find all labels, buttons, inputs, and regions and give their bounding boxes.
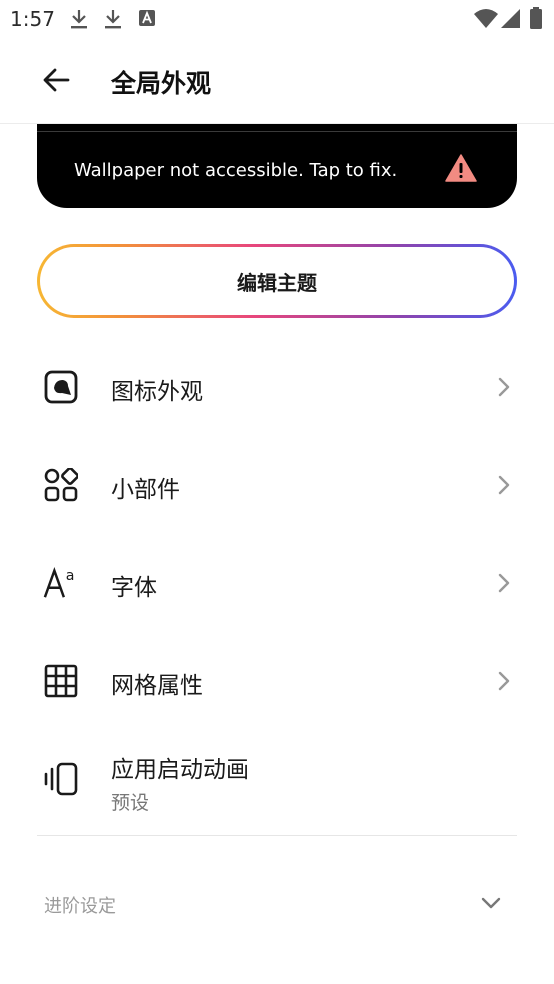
edit-theme-button[interactable]: 编辑主题 bbox=[37, 244, 517, 318]
settings-item-widgets[interactable]: 小部件 bbox=[37, 441, 517, 529]
settings-item-label: 字体 bbox=[111, 575, 157, 601]
chevron-right-icon bbox=[498, 671, 510, 691]
settings-item-label: 小部件 bbox=[111, 477, 180, 503]
settings-item-sublabel: 预设 bbox=[111, 792, 150, 814]
settings-item-label: 应用启动动画 bbox=[111, 757, 249, 783]
battery-icon bbox=[530, 7, 542, 29]
settings-item-font[interactable]: a 字体 bbox=[37, 539, 517, 627]
launch-animation-icon bbox=[43, 761, 79, 797]
wallpaper-warning-banner[interactable]: Wallpaper not accessible. Tap to fix. bbox=[37, 124, 517, 208]
edit-theme-button-inner: 编辑主题 bbox=[40, 247, 514, 315]
warning-icon bbox=[445, 154, 477, 182]
signal-icon bbox=[501, 9, 520, 28]
widgets-icon bbox=[43, 467, 79, 503]
download-icon bbox=[105, 10, 121, 29]
advanced-settings-label: 进阶设定 bbox=[44, 896, 116, 917]
arrow-left-icon bbox=[43, 68, 70, 92]
wifi-icon bbox=[474, 9, 498, 28]
chevron-right-icon bbox=[498, 377, 510, 397]
section-divider bbox=[37, 835, 517, 836]
settings-item-label: 网格属性 bbox=[111, 673, 203, 699]
status-bar: 1:57 bbox=[0, 0, 554, 38]
settings-item-grid[interactable]: 网格属性 bbox=[37, 637, 517, 725]
font-icon: a bbox=[43, 565, 79, 601]
svg-text:a: a bbox=[66, 568, 75, 584]
status-time: 1:57 bbox=[10, 7, 55, 31]
settings-item-label: 图标外观 bbox=[111, 379, 203, 405]
grid-icon bbox=[43, 663, 79, 699]
settings-item-launch-animation[interactable]: 应用启动动画 预设 bbox=[37, 735, 517, 829]
back-button[interactable] bbox=[36, 60, 76, 100]
edit-theme-label: 编辑主题 bbox=[237, 270, 317, 295]
chevron-down-icon bbox=[481, 897, 501, 909]
app-bar: 全局外观 bbox=[0, 38, 554, 124]
download-icon bbox=[71, 10, 87, 29]
wallpaper-warning-text: Wallpaper not accessible. Tap to fix. bbox=[74, 160, 398, 181]
a-notification-icon bbox=[139, 10, 155, 26]
chevron-right-icon bbox=[498, 475, 510, 495]
advanced-settings-toggle[interactable]: 进阶设定 bbox=[37, 880, 517, 928]
settings-item-icon-style[interactable]: 图标外观 bbox=[37, 343, 517, 431]
page-title: 全局外观 bbox=[111, 69, 212, 98]
icon-style-icon bbox=[43, 369, 79, 405]
preview-divider bbox=[37, 131, 517, 132]
chevron-right-icon bbox=[498, 573, 510, 593]
